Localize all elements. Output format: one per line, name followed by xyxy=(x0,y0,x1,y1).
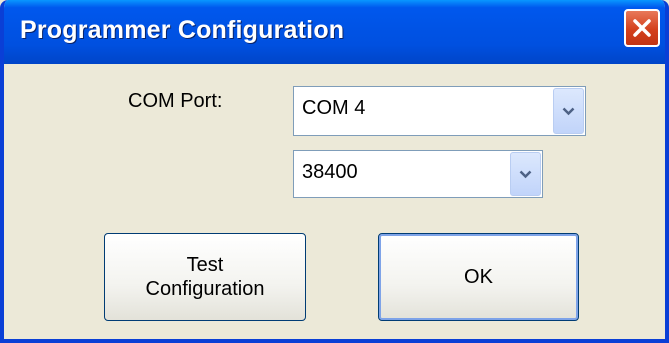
com-port-label: COM Port: xyxy=(128,90,223,112)
test-button-label-line1: Test xyxy=(186,254,224,276)
window-title: Programmer Configuration xyxy=(20,16,345,44)
com-port-select[interactable]: COM 4 xyxy=(293,86,586,136)
chevron-down-icon xyxy=(519,170,532,178)
com-port-dropdown-button[interactable] xyxy=(553,88,584,134)
close-button[interactable] xyxy=(624,9,660,47)
baud-rate-select[interactable]: 38400 xyxy=(293,150,543,198)
chevron-down-icon xyxy=(562,107,575,115)
title-bar[interactable]: Programmer Configuration xyxy=(4,0,665,64)
baud-rate-value: 38400 xyxy=(302,161,358,183)
ok-button[interactable]: OK xyxy=(378,233,579,321)
dialog-window: Programmer Configuration COM Port: COM 4… xyxy=(0,0,669,343)
ok-button-label: OK xyxy=(464,266,493,288)
test-configuration-button[interactable]: Test Configuration xyxy=(104,233,306,321)
test-button-label-line2: Configuration xyxy=(145,278,265,300)
baud-rate-dropdown-button[interactable] xyxy=(510,152,541,196)
com-port-value: COM 4 xyxy=(302,97,366,119)
close-icon xyxy=(633,19,651,37)
